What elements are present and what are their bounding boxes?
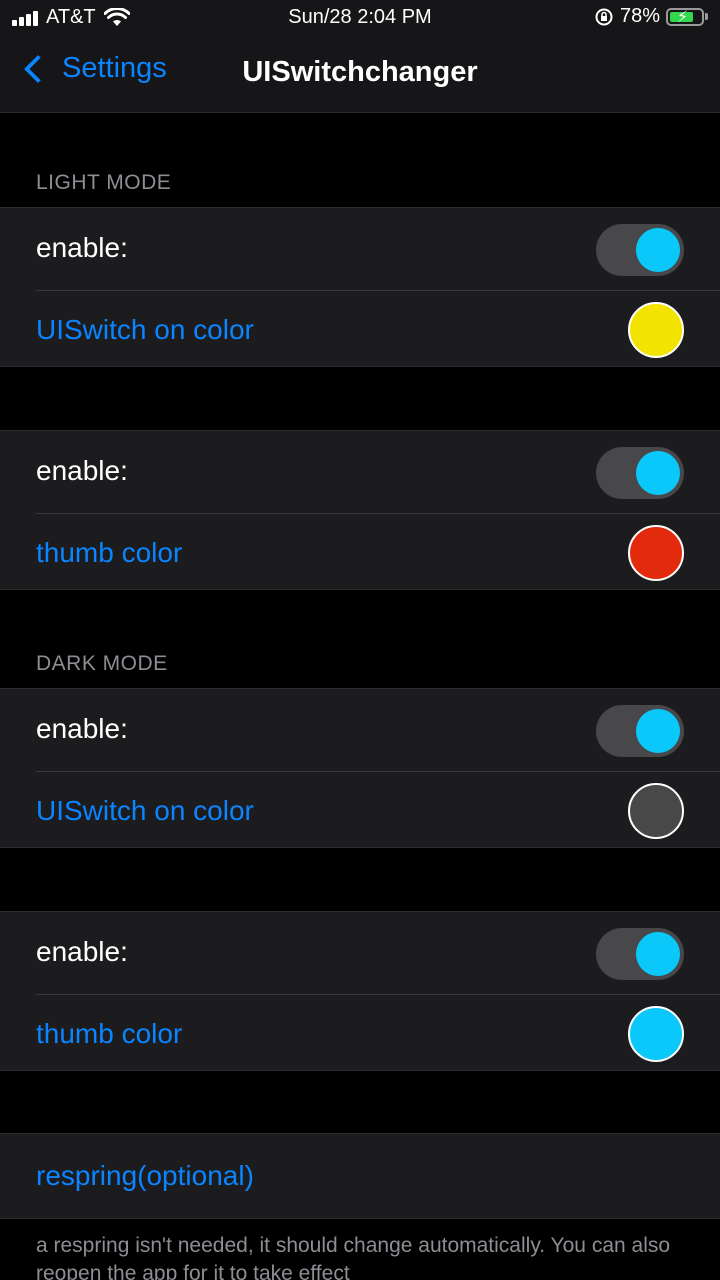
settings-group-dark-switch: enable: UISwitch on color (0, 688, 720, 848)
respring-footer-note: a respring isn't needed, it should chang… (36, 1234, 671, 1280)
enable-label: enable: (36, 713, 128, 744)
status-right: 78% ⚡ (594, 5, 708, 28)
toggle-knob (636, 932, 680, 976)
thumb-color-label: thumb color (36, 537, 183, 568)
enable-toggle[interactable] (596, 447, 684, 499)
color-picker-row[interactable]: UISwitch on color (0, 771, 720, 847)
toggle-knob (636, 451, 680, 495)
cellular-signal-icon (12, 10, 40, 26)
section-header-dark-mode: DARK MODE (36, 652, 168, 675)
color-swatch[interactable] (628, 302, 684, 358)
color-swatch[interactable] (628, 525, 684, 581)
back-button[interactable]: Settings (20, 52, 167, 85)
uiswitch-on-color-label: UISwitch on color (36, 314, 254, 345)
color-picker-row[interactable]: thumb color (0, 513, 720, 589)
orientation-lock-icon (595, 8, 613, 25)
carrier-label: AT&T (46, 6, 96, 28)
toggle-knob (636, 709, 680, 753)
back-button-label: Settings (62, 52, 167, 84)
settings-group-dark-thumb: enable: thumb color (0, 911, 720, 1071)
enable-toggle[interactable] (596, 224, 684, 276)
color-picker-row[interactable]: thumb color (0, 994, 720, 1070)
uiswitch-on-color-label: UISwitch on color (36, 795, 254, 826)
toggle-row[interactable]: enable: (0, 912, 720, 994)
enable-toggle[interactable] (596, 928, 684, 980)
status-bar: AT&T Sun/28 2:04 PM 78% ⚡ (0, 0, 720, 38)
enable-toggle[interactable] (596, 705, 684, 757)
toggle-row[interactable]: enable: (0, 208, 720, 290)
wifi-icon (103, 7, 130, 26)
charging-bolt-icon: ⚡ (677, 8, 689, 26)
status-left: AT&T (12, 6, 130, 29)
color-picker-row[interactable]: UISwitch on color (0, 290, 720, 366)
battery-tip (705, 13, 708, 20)
battery-percent: 78% (619, 5, 660, 27)
navigation-bar: Settings UISwitchchanger (0, 38, 720, 113)
toggle-knob (636, 228, 680, 272)
color-swatch[interactable] (628, 783, 684, 839)
respring-row[interactable]: respring(optional) (0, 1134, 720, 1218)
enable-label: enable: (36, 936, 128, 967)
screen: AT&T Sun/28 2:04 PM 78% ⚡ Settings UISwi… (0, 0, 720, 1280)
toggle-row[interactable]: enable: (0, 431, 720, 513)
section-header-light-mode: LIGHT MODE (36, 171, 172, 194)
color-swatch[interactable] (628, 1006, 684, 1062)
enable-label: enable: (36, 455, 128, 486)
settings-group-respring: respring(optional) (0, 1133, 720, 1219)
thumb-color-label: thumb color (36, 1018, 183, 1049)
respring-button[interactable]: respring(optional) (36, 1160, 254, 1192)
settings-group-light-switch: enable: UISwitch on color (0, 207, 720, 367)
battery-icon: ⚡ (666, 7, 704, 26)
settings-group-light-thumb: enable: thumb color (0, 430, 720, 590)
toggle-row[interactable]: enable: (0, 689, 720, 771)
enable-label: enable: (36, 232, 128, 263)
chevron-left-icon (23, 54, 53, 83)
